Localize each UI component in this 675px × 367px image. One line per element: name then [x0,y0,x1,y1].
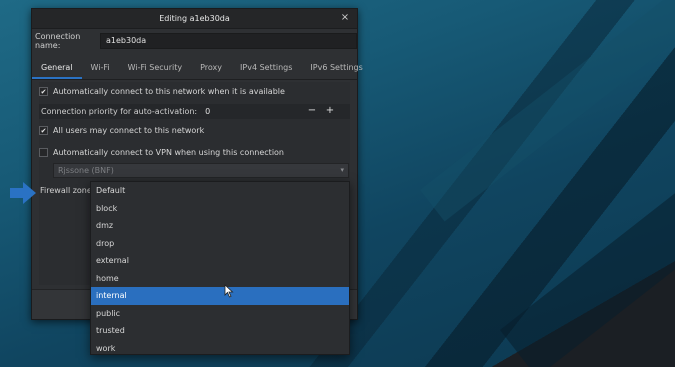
background-stripe [420,0,675,222]
firewall-zone-label: Firewall zone: [40,186,95,195]
vpn-auto-checkbox[interactable] [39,148,48,157]
tab-proxy[interactable]: Proxy [191,63,231,79]
tab-general[interactable]: General [32,63,82,79]
firewall-option-default[interactable]: Default [91,182,349,200]
auto-connect-row: ✔ Automatically connect to this network … [39,87,285,96]
firewall-option-dmz[interactable]: dmz [91,217,349,235]
vpn-auto-row: Automatically connect to VPN when using … [39,148,284,157]
tab-bar: General Wi-Fi Wi-Fi Security Proxy IPv4 … [32,54,363,80]
priority-decrement-button[interactable]: − [306,105,318,117]
connection-name-row: Connection name: a1eb30da [32,32,357,50]
tab-ipv4-settings[interactable]: IPv4 Settings [231,63,301,79]
auto-connect-label: Automatically connect to this network wh… [53,87,285,96]
dialog-title: Editing a1eb30da [159,14,230,23]
firewall-option-internal[interactable]: internal [91,287,349,305]
check-icon: ✔ [40,87,47,96]
dialog-titlebar: Editing a1eb30da × [32,9,357,29]
tab-ipv6-settings[interactable]: IPv6 Settings [301,63,371,79]
vpn-select[interactable]: Rjssone (BNF) ▾ [53,163,349,178]
firewall-option-work[interactable]: work [91,340,349,358]
tab-wifi-security[interactable]: Wi-Fi Security [119,63,191,79]
priority-label: Connection priority for auto-activation: [41,107,198,116]
vpn-auto-label: Automatically connect to VPN when using … [53,148,285,157]
check-icon: ✔ [40,126,47,135]
connection-name-input[interactable]: a1eb30da [100,33,357,49]
connection-name-label: Connection name: [35,32,81,50]
firewall-option-trusted[interactable]: trusted [91,322,349,340]
firewall-option-block[interactable]: block [91,200,349,218]
vpn-select-value: Rjssone (BNF) [58,166,114,175]
priority-row: Connection priority for auto-activation:… [39,104,350,119]
all-users-checkbox[interactable]: ✔ [39,126,48,135]
priority-value[interactable]: 0 [205,107,210,116]
firewall-option-drop[interactable]: drop [91,235,349,253]
firewall-option-public[interactable]: public [91,305,349,323]
firewall-zone-dropdown: Default block dmz drop external home int… [90,181,350,355]
all-users-label: All users may connect to this network [53,126,205,135]
background-stripe [500,145,675,367]
close-icon[interactable]: × [339,12,351,24]
priority-increment-button[interactable]: + [324,105,336,117]
all-users-row: ✔ All users may connect to this network [39,126,204,135]
arrow-right-icon [10,182,36,204]
firewall-option-external[interactable]: external [91,252,349,270]
auto-connect-checkbox[interactable]: ✔ [39,87,48,96]
firewall-option-home[interactable]: home [91,270,349,288]
mouse-pointer-icon [224,284,234,298]
tab-wifi[interactable]: Wi-Fi [82,63,119,79]
chevron-down-icon: ▾ [340,166,344,174]
